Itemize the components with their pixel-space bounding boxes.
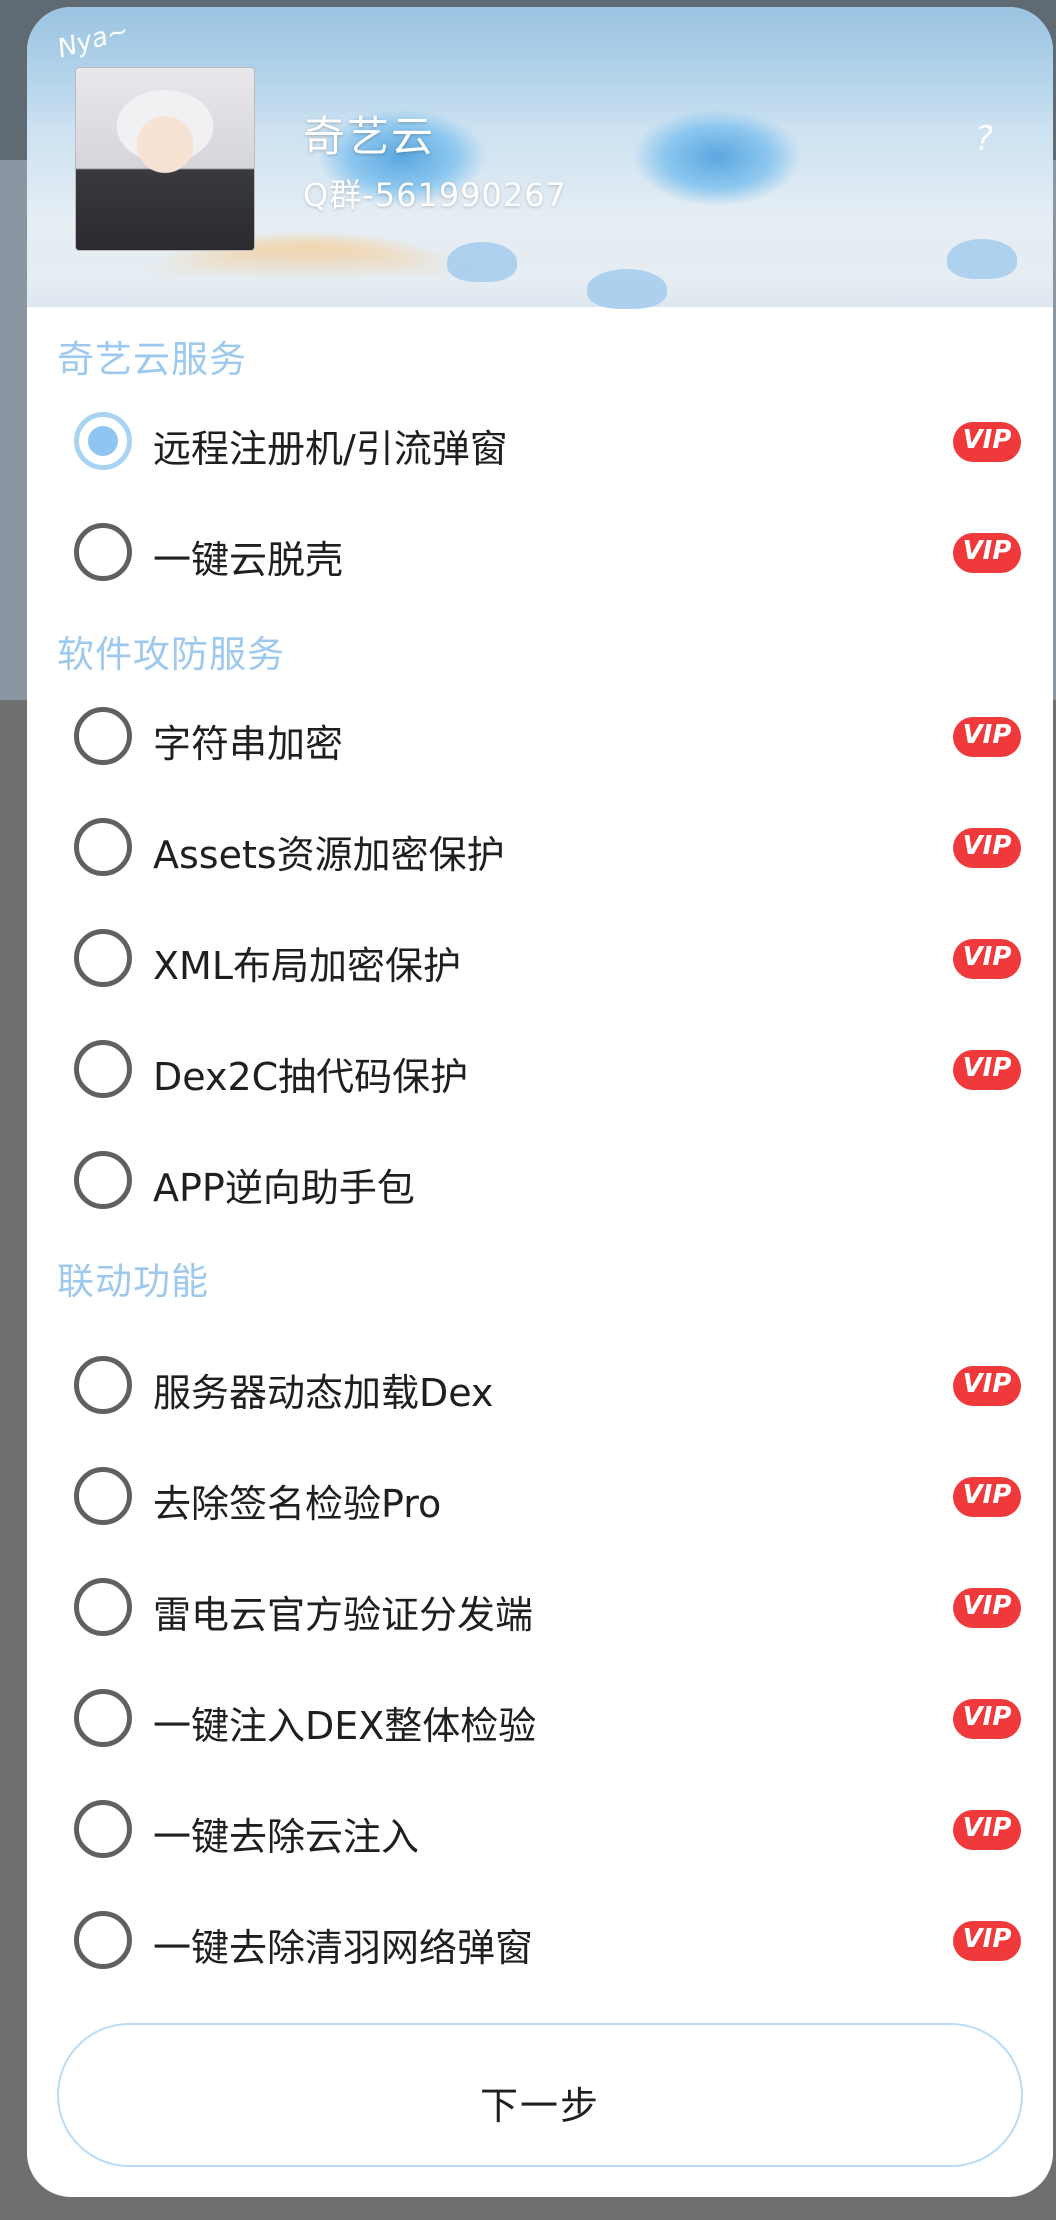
radio-button[interactable] (74, 523, 132, 581)
vip-badge: VIP (953, 533, 1021, 573)
option-label: 一键云脱壳 (153, 538, 344, 582)
option-label: 远程注册机/引流弹窗 (153, 427, 508, 471)
vip-badge: VIP (953, 1810, 1021, 1850)
radio-button[interactable] (74, 818, 132, 876)
radio-button[interactable] (74, 1800, 132, 1858)
option-cloud-unpack[interactable]: 一键云脱壳 VIP (27, 503, 1053, 603)
next-step-button[interactable]: 下一步 (57, 2023, 1023, 2167)
option-label: 雷电云官方验证分发端 (153, 1593, 534, 1637)
option-label: 服务器动态加载Dex (153, 1371, 494, 1415)
radio-button[interactable] (74, 707, 132, 765)
question-mark-decoration: ? (974, 119, 993, 159)
vip-badge: VIP (953, 1699, 1021, 1739)
section-title-linked-features: 联动功能 (57, 1260, 209, 1303)
radio-button[interactable] (74, 929, 132, 987)
radio-button[interactable] (74, 1689, 132, 1747)
option-label: 一键去除清羽网络弹窗 (153, 1926, 534, 1970)
option-remove-signature-check[interactable]: 去除签名检验Pro VIP (27, 1447, 1053, 1547)
option-label: 一键去除云注入 (153, 1815, 420, 1859)
vip-badge: VIP (953, 1477, 1021, 1517)
radio-button-checked[interactable] (74, 412, 132, 470)
radio-button[interactable] (74, 1911, 132, 1969)
option-leidian-verify[interactable]: 雷电云官方验证分发端 VIP (27, 1558, 1053, 1658)
vip-badge: VIP (953, 1366, 1021, 1406)
radio-button[interactable] (74, 1151, 132, 1209)
header-subtitle: Q群-561990267 (303, 176, 567, 214)
radio-button[interactable] (74, 1578, 132, 1636)
option-label: Assets资源加密保护 (153, 833, 505, 877)
option-remote-keygen[interactable]: 远程注册机/引流弹窗 VIP (27, 392, 1053, 492)
vip-badge: VIP (953, 1921, 1021, 1961)
avatar (75, 67, 255, 251)
option-label: XML布局加密保护 (153, 944, 461, 988)
option-server-dynamic-dex[interactable]: 服务器动态加载Dex VIP (27, 1336, 1053, 1436)
radio-button[interactable] (74, 1040, 132, 1098)
option-label: APP逆向助手包 (153, 1166, 415, 1210)
next-step-label: 下一步 (479, 2084, 600, 2128)
vip-badge: VIP (953, 422, 1021, 462)
option-remove-qingyu-popup[interactable]: 一键去除清羽网络弹窗 VIP (27, 1891, 1053, 1991)
option-dex2c-protect[interactable]: Dex2C抽代码保护 VIP (27, 1020, 1053, 1120)
background-edge-left (0, 160, 28, 700)
banner-slime-art (947, 239, 1017, 279)
option-label: 去除签名检验Pro (153, 1482, 442, 1526)
option-xml-encrypt[interactable]: XML布局加密保护 VIP (27, 909, 1053, 1009)
options-dialog: Nya~ ? 奇艺云 Q群-561990267 奇艺云服务 远程注册机/引流弹窗… (27, 7, 1053, 2197)
option-inject-dex-check[interactable]: 一键注入DEX整体检验 VIP (27, 1669, 1053, 1769)
vip-badge: VIP (953, 828, 1021, 868)
vip-badge: VIP (953, 939, 1021, 979)
header-title: 奇艺云 (303, 112, 436, 161)
header-banner: Nya~ ? 奇艺云 Q群-561990267 (27, 7, 1053, 309)
radio-button[interactable] (74, 1356, 132, 1414)
option-string-encrypt[interactable]: 字符串加密 VIP (27, 687, 1053, 787)
option-label: 字符串加密 (153, 722, 344, 766)
section-title-software-defense: 软件攻防服务 (57, 633, 285, 676)
banner-slime-art (447, 242, 517, 282)
option-assets-encrypt[interactable]: Assets资源加密保护 VIP (27, 798, 1053, 898)
option-label: Dex2C抽代码保护 (153, 1055, 469, 1099)
vip-badge: VIP (953, 1588, 1021, 1628)
banner-slime-art (587, 269, 667, 309)
section-title-qiyiyun-service: 奇艺云服务 (57, 338, 247, 381)
option-app-reverse-kit[interactable]: APP逆向助手包 (27, 1131, 1053, 1231)
option-label: 一键注入DEX整体检验 (153, 1704, 537, 1748)
option-remove-cloud-inject[interactable]: 一键去除云注入 VIP (27, 1780, 1053, 1880)
vip-badge: VIP (953, 1050, 1021, 1090)
vip-badge: VIP (953, 717, 1021, 757)
radio-button[interactable] (74, 1467, 132, 1525)
